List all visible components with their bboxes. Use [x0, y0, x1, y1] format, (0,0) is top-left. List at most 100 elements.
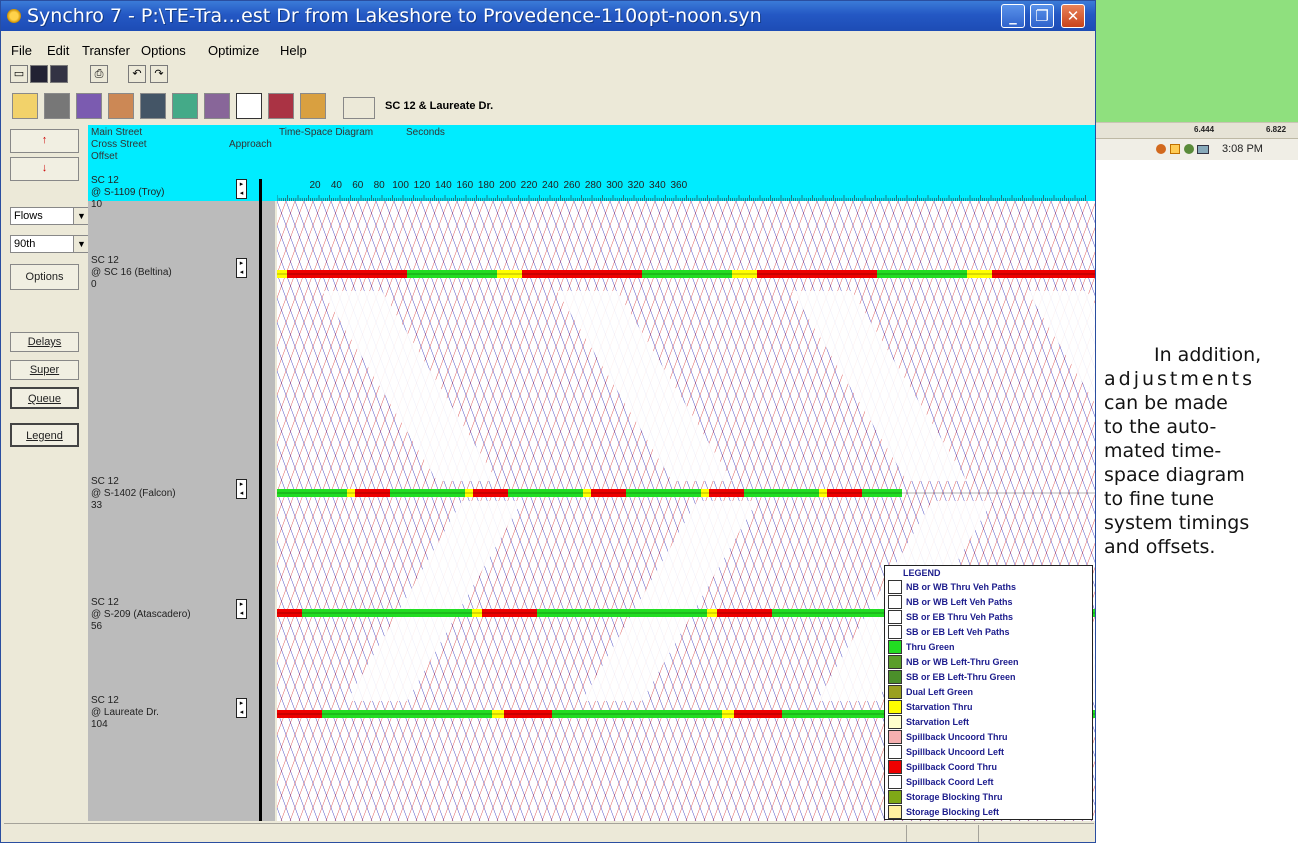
legend-label: NB or WB Left Veh Paths — [906, 597, 1013, 607]
header-approach: Approach — [229, 139, 272, 150]
time-tick-label: 200 — [499, 180, 516, 191]
open-icon[interactable]: ▭ — [10, 65, 28, 83]
minimize-button[interactable]: _ — [1001, 4, 1025, 28]
print-icon[interactable]: ⎙ — [90, 65, 108, 83]
simulation-icon[interactable] — [172, 93, 198, 119]
intersection-label-beltina[interactable]: SC 12 @ SC 16 (Beltina) 0 — [91, 255, 172, 291]
direction-toggle-icon[interactable]: ▸ ◂ — [236, 599, 247, 619]
time-tick-label: 180 — [478, 180, 495, 191]
legend-button[interactable]: Legend — [10, 423, 79, 447]
corridor-axis-line — [259, 179, 262, 821]
status-divider — [906, 825, 907, 842]
gap-shape — [347, 501, 522, 701]
intersection-label-troy[interactable]: SC 12 @ S-1109 (Troy) 10 — [91, 175, 165, 211]
window-title: Synchro 7 - P:\TE-Tra…est Dr from Lakesh… — [27, 5, 762, 27]
map-view-icon[interactable] — [12, 93, 38, 119]
time-tick-label: 60 — [352, 180, 364, 191]
time-tick-label: 220 — [521, 180, 538, 191]
caption-line: In addition, — [1154, 344, 1262, 366]
detectors-icon[interactable] — [204, 93, 230, 119]
gap-shape — [792, 291, 967, 481]
legend-label: Storage Blocking Left — [906, 807, 1000, 817]
legend-swatch — [888, 760, 902, 774]
header-offset: Offset — [91, 151, 118, 162]
save-icon[interactable] — [30, 65, 48, 83]
tray-security-icon[interactable] — [1184, 144, 1194, 154]
delays-button[interactable]: Delays — [10, 332, 79, 352]
app-icon[interactable] — [7, 9, 21, 23]
legend-label: Spillback Coord Thru — [906, 762, 998, 772]
tray-clock[interactable]: 3:08 PM — [1222, 143, 1263, 155]
lanes-icon[interactable] — [44, 93, 70, 119]
cross-street-name: @ S-1109 (Troy) — [91, 187, 165, 198]
legend-panel: LEGEND NB or WB Thru Veh Paths NB or WB L… — [884, 565, 1093, 820]
sim-traffic-icon[interactable] — [268, 93, 294, 119]
direction-toggle-icon[interactable]: ▸ ◂ — [236, 479, 247, 499]
location-label: SC 12 & Laureate Dr. — [385, 100, 494, 112]
caption-line: adjustments — [1104, 368, 1255, 390]
offset-value: 33 — [91, 500, 103, 511]
location-field[interactable] — [343, 97, 375, 119]
system-tray: 3:08 PM — [1096, 138, 1298, 160]
signal-band — [277, 489, 1095, 497]
legend-swatch — [888, 655, 902, 669]
legend-swatch — [888, 595, 902, 609]
redo-icon[interactable]: ↷ — [150, 65, 168, 83]
legend-label: Starvation Thru — [906, 702, 973, 712]
offset-value: 104 — [91, 719, 108, 730]
time-tick-label: 320 — [628, 180, 645, 191]
queue-button[interactable]: Queue — [10, 387, 79, 409]
super-button[interactable]: Super — [10, 360, 79, 380]
menu-options[interactable]: Options — [141, 43, 186, 58]
caption-line: to fine tune — [1104, 488, 1215, 510]
phasing-icon[interactable] — [140, 93, 166, 119]
tray-app-icon[interactable] — [1156, 144, 1166, 154]
timing-icon[interactable] — [108, 93, 134, 119]
menu-file[interactable]: File — [11, 43, 32, 58]
main-street-name: SC 12 — [91, 175, 119, 186]
undo-icon[interactable]: ↶ — [128, 65, 146, 83]
flows-select[interactable]: Flows ▼ — [10, 207, 90, 225]
menu-optimize[interactable]: Optimize — [208, 43, 259, 58]
caption-line: to the auto- — [1104, 416, 1217, 438]
legend-label: SB or EB Thru Veh Paths — [906, 612, 1014, 622]
time-tick-label: 100 — [392, 180, 409, 191]
direction-toggle-icon[interactable]: ▸ ◂ — [236, 258, 247, 278]
header-main-street: Main Street — [91, 127, 143, 138]
intersection-label-atascadero[interactable]: SC 12 @ S-209 (Atascadero) 56 — [91, 597, 191, 633]
time-tick-label: 160 — [456, 180, 473, 191]
legend-label: NB or WB Thru Veh Paths — [906, 582, 1017, 592]
reports-icon[interactable] — [300, 93, 326, 119]
time-space-icon[interactable] — [236, 93, 262, 119]
caption-line: mated time- — [1104, 440, 1222, 462]
time-axis-ruler: 20 40 60 80 100 120 140 160 180 200 220 240 260 280 30… — [277, 180, 1086, 201]
offset-value: 0 — [91, 279, 97, 290]
caption-line: and offsets. — [1104, 536, 1216, 558]
chevron-down-icon: ▼ — [73, 236, 89, 252]
intersection-label-falcon[interactable]: SC 12 @ S-1402 (Falcon) 33 — [91, 476, 176, 512]
main-street-name: SC 12 — [91, 255, 119, 266]
menu-edit[interactable]: Edit — [47, 43, 69, 58]
caption-line: can be made — [1104, 392, 1228, 414]
restore-button[interactable]: ❐ — [1030, 4, 1054, 28]
legend-label: Dual Left Green — [906, 687, 974, 697]
percentile-select[interactable]: 90th ▼ — [10, 235, 90, 253]
time-tick-label: 280 — [585, 180, 602, 191]
direction-toggle-icon[interactable]: ▸ ◂ — [236, 179, 247, 199]
taskbar-value-2: 6.822 — [1266, 125, 1287, 134]
tray-monitor-icon[interactable] — [1197, 145, 1209, 154]
menu-transfer[interactable]: Transfer — [82, 43, 130, 58]
options-button[interactable]: Options — [10, 264, 79, 290]
move-up-button[interactable]: ↑ — [10, 129, 79, 153]
tray-network-icon[interactable] — [1170, 144, 1180, 154]
intersection-label-laureate[interactable]: SC 12 @ Laureate Dr. 104 — [91, 695, 159, 731]
close-button[interactable]: ✕ — [1061, 4, 1085, 28]
taskbar: 6.444 6.822 3:08 PM — [1096, 122, 1298, 160]
offset-value: 10 — [91, 199, 103, 210]
direction-toggle-icon[interactable]: ▸ ◂ — [236, 698, 247, 718]
volumes-icon[interactable] — [76, 93, 102, 119]
menu-help[interactable]: Help — [280, 43, 307, 58]
save-as-icon[interactable] — [50, 65, 68, 83]
synchro-window: Synchro 7 - P:\TE-Tra…est Dr from Lakesh… — [0, 0, 1096, 843]
move-down-button[interactable]: ↓ — [10, 157, 79, 181]
